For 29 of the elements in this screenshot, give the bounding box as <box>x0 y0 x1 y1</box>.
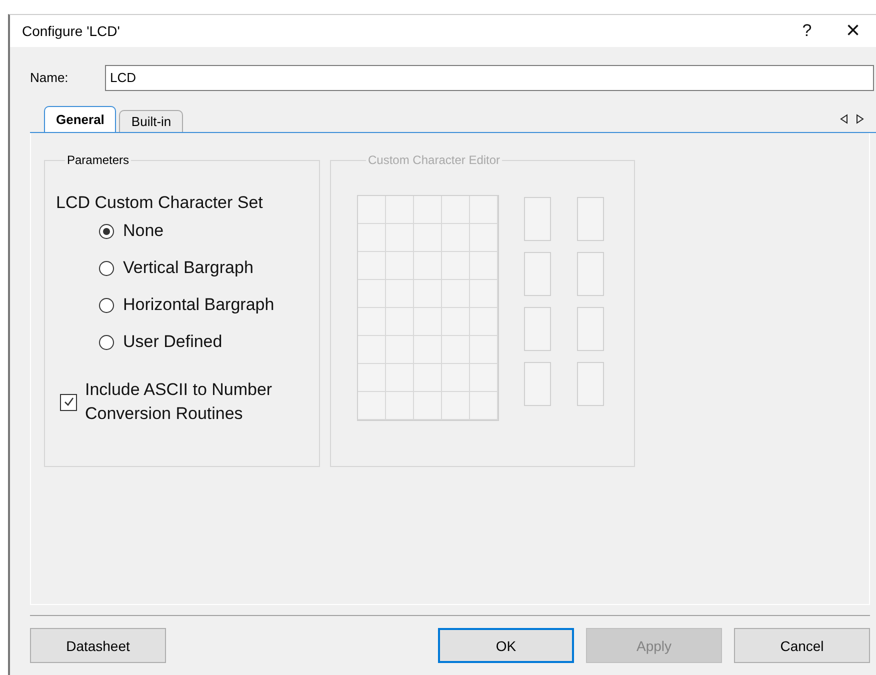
radio-option[interactable]: User Defined <box>99 330 319 354</box>
group-title: Custom Character Editor <box>367 153 502 167</box>
radio-option[interactable]: Horizontal Bargraph <box>99 293 319 317</box>
section-heading: LCD Custom Character Set <box>56 193 264 213</box>
radio-option[interactable]: None <box>99 219 319 243</box>
dialog-button[interactable]: Cancel <box>734 628 870 663</box>
dialog-button[interactable]: OK <box>438 628 574 663</box>
dialog-button[interactable]: Datasheet <box>30 628 166 663</box>
scroll-right-icon[interactable] <box>856 114 864 124</box>
name-field[interactable]: LCD <box>105 64 874 90</box>
character-slot <box>524 252 551 296</box>
character-slot <box>524 362 551 406</box>
character-slot <box>524 307 551 351</box>
window-title: Configure 'LCD' <box>22 23 120 39</box>
group-title: Parameters <box>66 153 130 167</box>
name-label: Name: <box>30 70 70 85</box>
character-slot <box>577 307 604 351</box>
scroll-left-icon[interactable] <box>840 114 848 124</box>
character-slot <box>577 362 604 406</box>
character-slot <box>524 197 551 241</box>
radio-option[interactable]: Vertical Bargraph <box>99 256 319 280</box>
help-button[interactable]: ? <box>784 15 830 47</box>
tab[interactable]: General <box>44 106 116 132</box>
character-slot <box>577 197 604 241</box>
checkbox-option[interactable]: Include ASCII to Number Conversion Routines <box>60 378 319 426</box>
close-button[interactable]: × <box>830 15 876 47</box>
checkmark-icon <box>62 396 74 408</box>
character-slot <box>577 252 604 296</box>
tab[interactable]: Built-in <box>119 110 184 132</box>
